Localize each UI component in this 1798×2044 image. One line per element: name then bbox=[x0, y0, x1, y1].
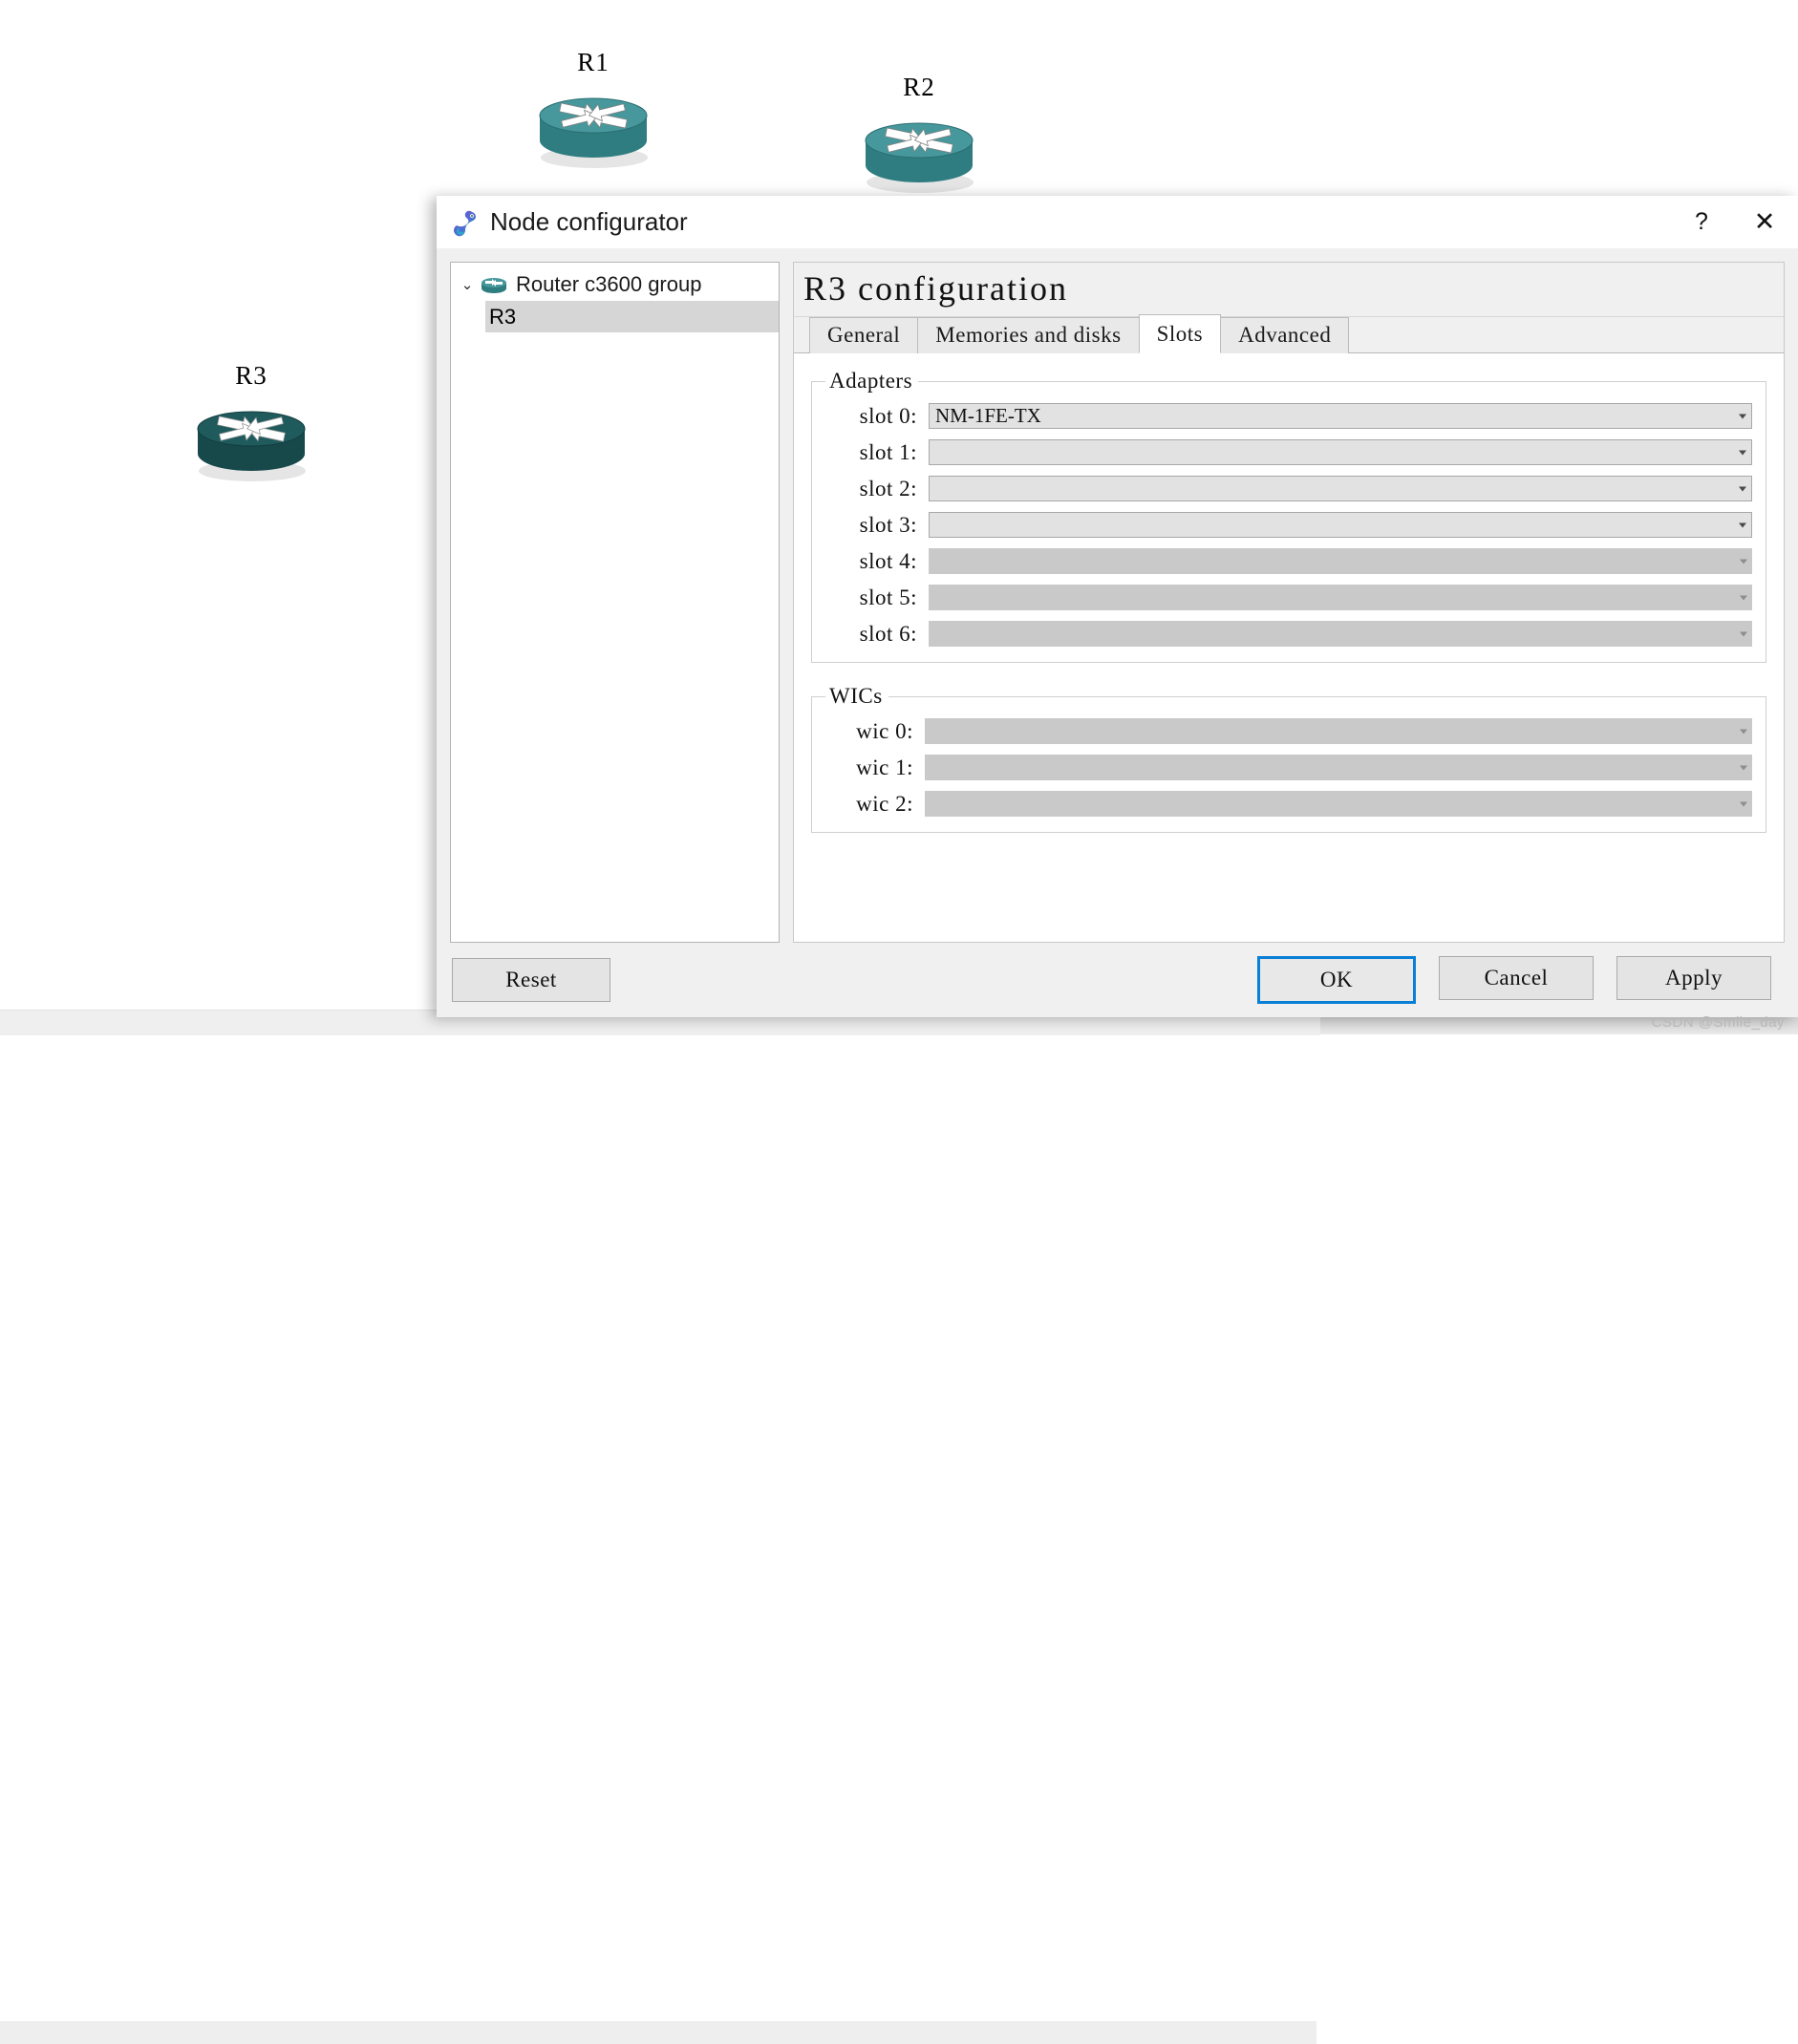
wic-0-combo bbox=[925, 718, 1752, 744]
slot-1-label: slot 1: bbox=[859, 439, 917, 464]
chevron-down-icon bbox=[1740, 595, 1747, 600]
adapter-row-slot-1: slot 1: bbox=[825, 439, 1752, 465]
chevron-down-icon bbox=[1740, 765, 1747, 770]
help-button[interactable]: ? bbox=[1672, 196, 1731, 248]
adapter-row-slot-4: slot 4: bbox=[825, 548, 1752, 574]
adapter-row-slot-2: slot 2: bbox=[825, 476, 1752, 501]
tab-slots[interactable]: Slots bbox=[1138, 314, 1222, 353]
config-panel: R3 configuration General Memories and di… bbox=[793, 262, 1785, 943]
slot-0-combo[interactable]: NM-1FE-TX bbox=[929, 403, 1752, 429]
dialog-footer: Reset OK Cancel Apply bbox=[437, 943, 1798, 1017]
node-tree-panel[interactable]: ⌄ Router c3600 group R3 bbox=[450, 262, 780, 943]
slot-5-label: slot 5: bbox=[859, 585, 917, 609]
cancel-button[interactable]: Cancel bbox=[1439, 956, 1594, 1000]
chevron-down-icon bbox=[1739, 450, 1746, 455]
topology-node-r2[interactable]: R2 bbox=[852, 73, 986, 194]
slot-6-label: slot 6: bbox=[859, 621, 917, 646]
adapter-row-slot-6: slot 6: bbox=[825, 621, 1752, 647]
slot-0-value: NM-1FE-TX bbox=[935, 404, 1041, 427]
slot-1-combo[interactable] bbox=[929, 439, 1752, 465]
chevron-down-icon bbox=[1740, 631, 1747, 636]
slot-4-combo bbox=[929, 548, 1752, 574]
topology-node-r1[interactable]: R1 bbox=[526, 48, 660, 169]
tree-group-router-c3600[interactable]: ⌄ Router c3600 group bbox=[451, 268, 779, 301]
ok-button[interactable]: OK bbox=[1257, 956, 1416, 1004]
wics-group: WICs wic 0: wic 1: wic 2: bbox=[811, 684, 1766, 833]
adapters-group: Adapters slot 0: NM-1FE-TX slot 1: slot … bbox=[811, 369, 1766, 663]
chevron-down-icon bbox=[1740, 729, 1747, 734]
node-label: R2 bbox=[903, 73, 935, 101]
wic-0-label: wic 0: bbox=[856, 718, 913, 743]
adapter-row-slot-0: slot 0: NM-1FE-TX bbox=[825, 403, 1752, 429]
wic-1-label: wic 1: bbox=[856, 755, 913, 779]
wic-row-2: wic 2: bbox=[825, 791, 1752, 817]
tab-content-slots: Adapters slot 0: NM-1FE-TX slot 1: slot … bbox=[794, 353, 1784, 942]
tree-group-label: Router c3600 group bbox=[516, 272, 702, 296]
reset-button[interactable]: Reset bbox=[452, 958, 610, 1002]
slot-0-label: slot 0: bbox=[859, 403, 917, 428]
node-configurator-dialog: Node configurator ? ✕ ⌄ Router c3600 gro… bbox=[437, 196, 1798, 1017]
dialog-body: ⌄ Router c3600 group R3 R3 configuration… bbox=[437, 248, 1798, 943]
slot-6-combo bbox=[929, 621, 1752, 647]
slot-5-combo bbox=[929, 585, 1752, 610]
apply-button[interactable]: Apply bbox=[1616, 956, 1771, 1000]
chevron-down-icon bbox=[1739, 486, 1746, 491]
router-icon bbox=[857, 106, 981, 194]
wics-legend: WICs bbox=[829, 684, 883, 708]
chevron-down-icon[interactable]: ⌄ bbox=[457, 276, 478, 293]
slot-4-label: slot 4: bbox=[859, 548, 917, 573]
tab-bar: General Memories and disks Slots Advance… bbox=[794, 314, 1784, 353]
wic-2-combo bbox=[925, 791, 1752, 817]
slot-2-combo[interactable] bbox=[929, 476, 1752, 501]
tab-general[interactable]: General bbox=[809, 317, 919, 353]
tree-item-label: R3 bbox=[489, 304, 517, 329]
tab-memories-and-disks[interactable]: Memories and disks bbox=[917, 317, 1140, 353]
wic-1-combo bbox=[925, 755, 1752, 780]
dialog-titlebar[interactable]: Node configurator ? ✕ bbox=[437, 196, 1798, 248]
gns3-chameleon-icon bbox=[452, 208, 481, 237]
wic-row-0: wic 0: bbox=[825, 718, 1752, 744]
node-label: R3 bbox=[235, 361, 268, 390]
router-icon bbox=[531, 81, 655, 169]
footer-button-group: OK Cancel Apply bbox=[1257, 956, 1771, 1004]
topology-node-r3[interactable]: R3 bbox=[184, 361, 318, 482]
dialog-title: Node configurator bbox=[490, 207, 688, 236]
tree-item-r3[interactable]: R3 bbox=[485, 301, 779, 332]
slot-3-label: slot 3: bbox=[859, 512, 917, 537]
wic-row-1: wic 1: bbox=[825, 755, 1752, 780]
chevron-down-icon bbox=[1740, 559, 1747, 564]
config-heading: R3 configuration bbox=[794, 263, 1784, 317]
slot-3-combo[interactable] bbox=[929, 512, 1752, 538]
wic-2-label: wic 2: bbox=[856, 791, 913, 816]
chevron-down-icon bbox=[1739, 414, 1746, 418]
close-icon[interactable]: ✕ bbox=[1731, 196, 1798, 248]
chevron-down-icon bbox=[1739, 522, 1746, 527]
adapters-legend: Adapters bbox=[829, 369, 913, 393]
adapter-row-slot-5: slot 5: bbox=[825, 585, 1752, 610]
router-icon-selected bbox=[189, 394, 313, 482]
horizontal-scrollbar-thumb[interactable] bbox=[0, 2021, 1316, 2044]
tab-advanced[interactable]: Advanced bbox=[1220, 317, 1350, 353]
node-label: R1 bbox=[577, 48, 610, 76]
chevron-down-icon bbox=[1740, 801, 1747, 806]
adapter-row-slot-3: slot 3: bbox=[825, 512, 1752, 538]
slot-2-label: slot 2: bbox=[859, 476, 917, 500]
router-icon bbox=[480, 274, 508, 295]
